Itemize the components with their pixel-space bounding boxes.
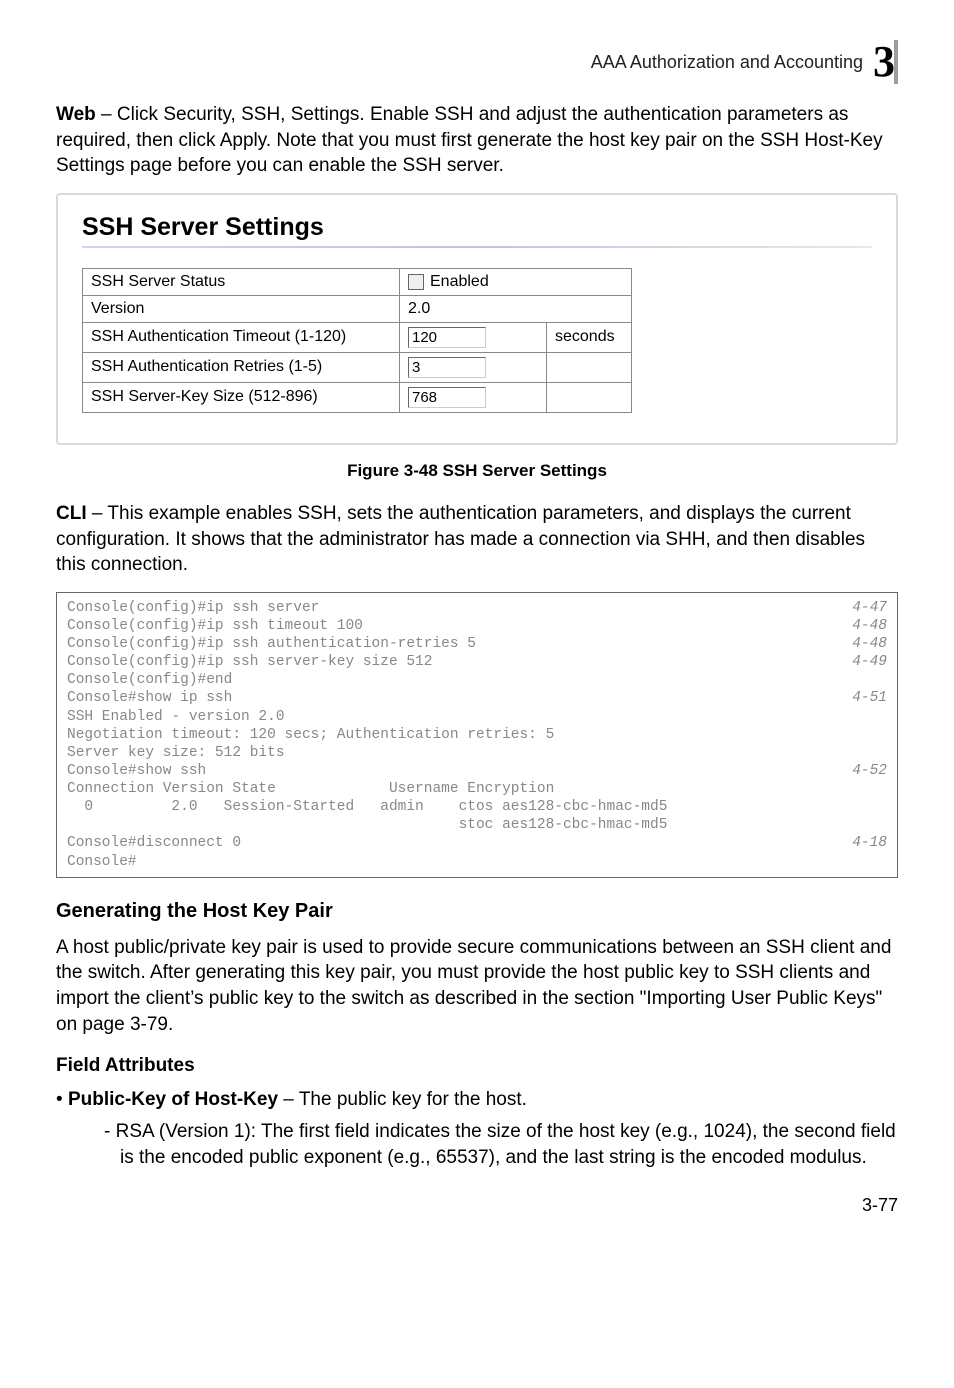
chapter-number: 3 xyxy=(873,40,893,84)
console-line: SSH Enabled - version 2.0 xyxy=(67,708,887,726)
row-retries: SSH Authentication Retries (1-5) xyxy=(83,352,632,382)
retries-input[interactable] xyxy=(408,357,486,378)
console-line: Negotiation timeout: 120 secs; Authentic… xyxy=(67,726,887,744)
console-line: 4-47Console(config)#ip ssh server xyxy=(67,599,887,617)
enabled-checkbox[interactable] xyxy=(408,274,424,290)
timeout-input[interactable] xyxy=(408,327,486,348)
enabled-label: Enabled xyxy=(430,273,489,291)
web-intro: Web – Click Security, SSH, Settings. Ena… xyxy=(56,102,898,179)
row-version: Version 2.0 xyxy=(83,295,632,322)
web-lead: Web xyxy=(56,104,96,125)
console-line: stoc aes128-cbc-hmac-md5 xyxy=(67,816,887,834)
row-status: SSH Server Status Enabled xyxy=(83,268,632,295)
sub-list: RSA (Version 1): The first field indicat… xyxy=(78,1119,898,1170)
chapter-bar xyxy=(894,40,898,84)
page-header: AAA Authorization and Accounting 3 xyxy=(56,40,898,84)
timeout-input-cell xyxy=(400,322,547,352)
web-text: – Click Security, SSH, Settings. Enable … xyxy=(56,104,883,176)
status-value-cell: Enabled xyxy=(400,268,632,295)
console-line: 0 2.0 Session-Started admin ctos aes128-… xyxy=(67,798,887,816)
row-timeout: SSH Authentication Timeout (1-120) secon… xyxy=(83,322,632,352)
console-line: 4-52Console#show ssh xyxy=(67,762,887,780)
console-line: 4-51Console#show ip ssh xyxy=(67,689,887,707)
cli-lead: CLI xyxy=(56,503,87,524)
console-line: Console(config)#end xyxy=(67,671,887,689)
retries-input-cell xyxy=(400,352,547,382)
keysize-input-cell xyxy=(400,382,547,412)
console-line: Console# xyxy=(67,853,887,871)
figure-caption: Figure 3-48 SSH Server Settings xyxy=(56,461,898,481)
timeout-label: SSH Authentication Timeout (1-120) xyxy=(83,322,400,352)
console-line: Connection Version State Username Encryp… xyxy=(67,780,887,798)
hostkey-para: A host public/private key pair is used t… xyxy=(56,935,898,1038)
status-label: SSH Server Status xyxy=(83,268,400,295)
bullet-rest: – The public key for the host. xyxy=(278,1089,527,1110)
retries-label: SSH Authentication Retries (1-5) xyxy=(83,352,400,382)
field-attributes-heading: Field Attributes xyxy=(56,1055,898,1077)
bullet-public-key: Public-Key of Host-Key – The public key … xyxy=(56,1087,898,1170)
console-line: 4-49Console(config)#ip ssh server-key si… xyxy=(67,653,887,671)
settings-table: SSH Server Status Enabled Version 2.0 SS… xyxy=(82,268,632,413)
cli-intro: CLI – This example enables SSH, sets the… xyxy=(56,501,898,578)
bullet-lead: Public-Key of Host-Key xyxy=(68,1089,278,1110)
console-line: 4-48Console(config)#ip ssh timeout 100 xyxy=(67,617,887,635)
settings-title: SSH Server Settings xyxy=(82,213,872,242)
console-output: 4-47Console(config)#ip ssh server4-48Con… xyxy=(56,592,898,878)
timeout-unit: seconds xyxy=(547,322,632,352)
keysize-label: SSH Server-Key Size (512-896) xyxy=(83,382,400,412)
retries-unit xyxy=(547,352,632,382)
console-line: 4-18Console#disconnect 0 xyxy=(67,834,887,852)
keysize-input[interactable] xyxy=(408,387,486,408)
ssh-settings-panel: SSH Server Settings SSH Server Status En… xyxy=(56,193,898,445)
cli-text: – This example enables SSH, sets the aut… xyxy=(56,503,865,575)
console-line: 4-48Console(config)#ip ssh authenticatio… xyxy=(67,635,887,653)
keysize-unit xyxy=(547,382,632,412)
page-number: 3-77 xyxy=(862,1195,898,1216)
row-keysize: SSH Server-Key Size (512-896) xyxy=(83,382,632,412)
chapter-badge: 3 xyxy=(873,40,898,84)
hostkey-heading: Generating the Host Key Pair xyxy=(56,900,898,923)
console-line: Server key size: 512 bits xyxy=(67,744,887,762)
field-attributes-list: Public-Key of Host-Key – The public key … xyxy=(56,1087,898,1170)
settings-divider xyxy=(82,246,872,248)
sub-bullet-rsa: RSA (Version 1): The first field indicat… xyxy=(104,1119,898,1170)
version-label: Version xyxy=(83,295,400,322)
version-value: 2.0 xyxy=(400,295,632,322)
section-title: AAA Authorization and Accounting xyxy=(591,52,863,73)
